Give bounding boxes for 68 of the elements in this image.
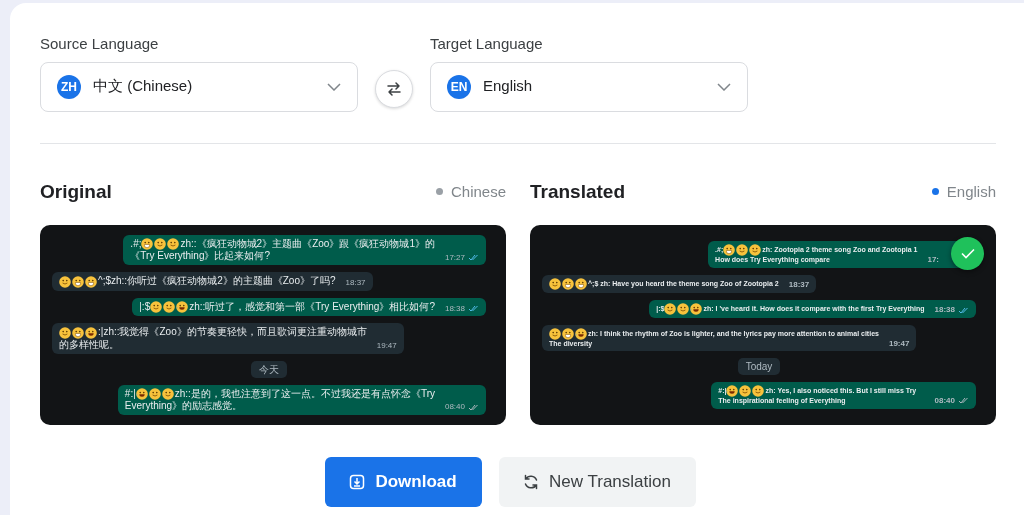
language-select[interactable]: EN English: [430, 61, 748, 112]
message-time: 08:40: [934, 396, 955, 406]
date-separator: 今天: [251, 360, 287, 378]
language-name: 中文 (Chinese): [93, 76, 194, 97]
emoji-icon: [161, 387, 174, 400]
message-text: .#; zh::《疯狂动物城2》主题曲《Zoo》跟《疯狂动物城1》的 《Try Everything》比起来如何?: [130, 238, 435, 263]
date-separator: Today: [737, 358, 781, 376]
field-label: Target Language: [430, 34, 544, 54]
language-select[interactable]: ZH 中文 (Chinese): [40, 61, 358, 112]
message-text: #:| zh::是的，我也注意到了这一点。不过我还是有点怀念《Try Everything》的励志感觉。: [124, 387, 435, 412]
message-time: 17:27: [444, 252, 465, 263]
emoji-icon: [549, 277, 561, 290]
emoji-icon: [135, 387, 148, 400]
emoji-icon: [677, 302, 690, 315]
emoji-icon: [752, 385, 765, 398]
message-time: 19:47: [888, 338, 910, 349]
message-time: 08:40: [444, 402, 465, 412]
emoji-icon: [664, 302, 677, 315]
swap-button[interactable]: [375, 69, 413, 108]
message-time: 17:: [927, 255, 939, 265]
emoji-icon: [141, 238, 154, 251]
emoji-icon: [723, 244, 736, 257]
emoji-icon: [85, 326, 97, 339]
emoji-icon: [690, 302, 703, 315]
emoji-icon: [59, 326, 71, 339]
emoji-icon: [575, 277, 587, 290]
emoji-icon: [72, 275, 84, 288]
message-time: 18:37: [788, 280, 810, 290]
emoji-icon: [549, 327, 561, 340]
language-name: Chinese: [450, 181, 506, 202]
chevron-down-icon: [327, 82, 341, 91]
emoji-icon: [739, 385, 752, 398]
language-name: English: [483, 76, 534, 97]
emoji-icon: [167, 238, 180, 251]
new-translation-button[interactable]: New Translation: [498, 457, 696, 507]
message-time: 18:38: [934, 305, 955, 315]
emoji-icon: [150, 301, 163, 314]
download-button[interactable]: Download: [324, 457, 482, 507]
emoji-icon: [562, 327, 574, 340]
refresh-icon: [523, 474, 540, 490]
emoji-icon: [726, 385, 739, 398]
emoji-icon: [575, 327, 587, 340]
emoji-icon: [154, 238, 167, 251]
download-icon: [349, 474, 366, 490]
message-time: 18:37: [345, 278, 366, 288]
message-text: |:$ zh::听过了，感觉和第一部《Try Everything》相比如何?: [139, 300, 435, 314]
message-time: 19:47: [376, 340, 397, 351]
emoji-icon: [148, 387, 161, 400]
emoji-icon: [736, 244, 749, 257]
chevron-down-icon: [717, 82, 731, 91]
pane-title: Translated: [530, 179, 626, 204]
emoji-icon: [749, 244, 762, 257]
emoji-icon: [176, 301, 189, 314]
emoji-icon: [562, 277, 574, 290]
language-name: English: [946, 181, 996, 202]
swap-icon: [386, 80, 402, 97]
message-text: ^;$zh::你听过《疯狂动物城2》的主题曲《Zoo》了吗?: [59, 275, 336, 288]
language-code-badge: EN: [447, 74, 471, 99]
message-time: 18:38: [444, 303, 465, 314]
language-code-badge: ZH: [57, 74, 81, 99]
message-text: :|zh::我觉得《Zoo》的节奏更轻快，而且歌词更注重动物城市 的多样性呢。: [59, 326, 367, 351]
emoji-icon: [72, 326, 84, 339]
field-label: Source Language: [40, 34, 160, 54]
emoji-icon: [163, 301, 176, 314]
emoji-icon: [85, 275, 97, 288]
check-icon: [960, 248, 975, 259]
emoji-icon: [59, 275, 71, 288]
pane-title: Original: [40, 179, 112, 204]
